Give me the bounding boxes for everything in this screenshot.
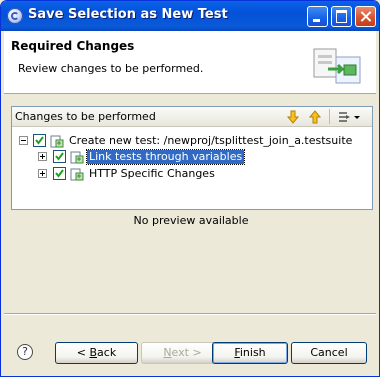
maximize-button[interactable] xyxy=(331,6,352,27)
dialog-window: Save Selection as New Test Required Chan… xyxy=(0,0,380,377)
back-button[interactable]: < Back xyxy=(55,342,138,364)
cancel-button[interactable]: Cancel xyxy=(291,342,367,364)
title-bar[interactable]: Save Selection as New Test xyxy=(1,1,379,31)
tree-item-link-tests[interactable]: Link tests through variables xyxy=(12,149,370,165)
close-button[interactable] xyxy=(355,6,376,27)
eclipse-icon xyxy=(7,8,23,24)
changes-panel-label: Changes to be performed xyxy=(15,110,156,123)
expand-toggle[interactable] xyxy=(38,169,47,178)
tree-checkbox[interactable] xyxy=(33,134,46,147)
back-prefix: < xyxy=(76,346,90,359)
wizard-header: Required Changes Review changes to be pe… xyxy=(4,31,376,94)
help-icon[interactable]: ? xyxy=(17,344,33,360)
tree-checkbox[interactable] xyxy=(53,150,66,163)
tree-item-label: Create new test: /newproj/tsplittest_joi… xyxy=(69,134,353,147)
back-label: ack xyxy=(97,346,117,359)
tree-item-label: HTTP Specific Changes xyxy=(89,167,215,180)
window-title: Save Selection as New Test xyxy=(28,7,228,22)
change-icon xyxy=(70,151,84,164)
finish-button[interactable]: Finish xyxy=(212,342,288,364)
view-menu-icon[interactable] xyxy=(337,109,353,125)
change-icon xyxy=(70,168,84,181)
tree-item-label: Link tests through variables xyxy=(85,149,246,165)
chevron-down-icon[interactable] xyxy=(353,109,361,125)
toolbar-separator xyxy=(329,109,330,124)
change-icon xyxy=(50,135,64,148)
preview-message: No preview available xyxy=(133,214,249,227)
minimize-button[interactable] xyxy=(307,6,328,27)
back-mnemonic: B xyxy=(89,346,98,359)
changes-panel-header: Changes to be performed xyxy=(12,107,372,127)
changes-panel: Changes to be performed Create new test:… xyxy=(11,106,373,210)
page-title: Required Changes xyxy=(11,39,135,53)
arrow-up-icon[interactable] xyxy=(307,109,323,125)
collapse-toggle[interactable] xyxy=(19,136,28,145)
arrow-down-icon[interactable] xyxy=(285,109,301,125)
page-description: Review changes to be performed. xyxy=(18,62,204,75)
button-bar-separator xyxy=(4,313,376,315)
tree-checkbox[interactable] xyxy=(53,167,66,180)
next-label: ext > xyxy=(171,346,202,359)
wizard-banner-icon xyxy=(313,48,361,84)
finish-label: inish xyxy=(239,346,266,359)
tree-item-create-test[interactable]: Create new test: /newproj/tsplittest_joi… xyxy=(12,133,370,149)
expand-toggle[interactable] xyxy=(38,152,47,161)
next-mnemonic: N xyxy=(163,346,172,359)
tree-item-http-changes[interactable]: HTTP Specific Changes xyxy=(12,166,370,182)
